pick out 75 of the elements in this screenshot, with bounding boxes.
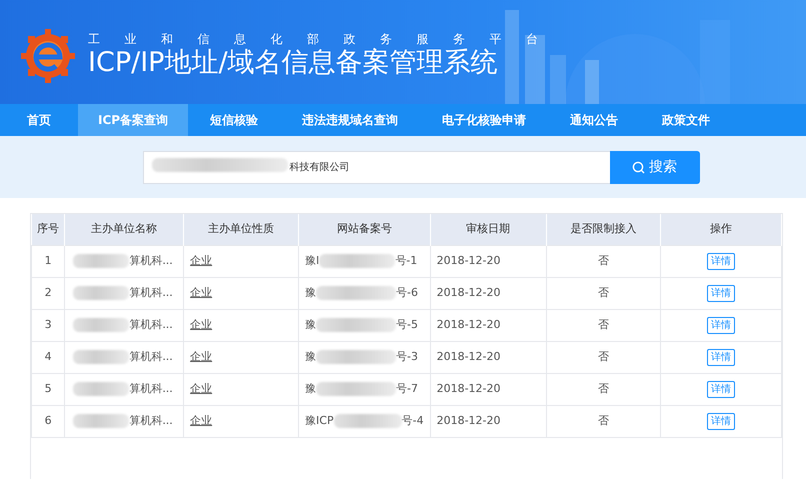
search-icon (632, 160, 645, 174)
table-cell: 号-5 (396, 318, 418, 331)
table-cell: 号-4 (402, 414, 424, 427)
table-cell: 豫ICP (305, 414, 334, 427)
redaction-blur (73, 318, 130, 332)
table-cell: 算机科... (129, 254, 173, 267)
table-cell: 算机科... (129, 350, 173, 363)
nav-tab[interactable]: ICP备案查询 (78, 104, 188, 136)
table-cell: 1 (32, 245, 65, 277)
table-cell: 算机科... (129, 318, 173, 331)
table-cell: 2018-12-20 (430, 405, 546, 437)
system-title: ICP/IP地址/域名信息备案管理系统 (88, 46, 499, 80)
table-cell: 豫 (305, 382, 316, 395)
search-field[interactable]: 科技有限公司 (142, 150, 610, 184)
details-button[interactable]: 详情 (707, 348, 735, 366)
redaction-blur (73, 382, 130, 396)
table-cell: 5 (32, 373, 65, 405)
table-cell: 号-7 (396, 382, 418, 395)
redaction-blur (73, 350, 130, 364)
table-cell: 号-6 (396, 286, 418, 299)
table-cell: 算机科... (129, 414, 173, 427)
table-cell: 豫 (305, 286, 316, 299)
table-cell: 算机科... (129, 382, 173, 395)
table-cell: 3 (32, 309, 65, 341)
logo-icon (20, 28, 76, 84)
nav-tab[interactable]: 电子化核验申请 (420, 104, 548, 136)
details-button[interactable]: 详情 (707, 252, 735, 270)
table-cell: 4 (32, 341, 65, 373)
column-header: 操作 (660, 214, 782, 245)
table-cell: 2018-12-20 (430, 373, 546, 405)
redaction-blur (73, 414, 130, 428)
details-button[interactable]: 详情 (707, 380, 735, 398)
table-cell: 号-3 (396, 350, 418, 363)
nav-tab[interactable]: 首页 (0, 104, 78, 136)
table-cell: 否 (546, 309, 661, 341)
nav-tab[interactable]: 短信核验 (188, 104, 280, 136)
type-link[interactable]: 企业 (190, 318, 212, 331)
type-link[interactable]: 企业 (190, 254, 212, 267)
nav-tab[interactable]: 违法违规域名查询 (280, 104, 420, 136)
table-cell: 否 (546, 405, 661, 437)
table-cell: 6 (32, 405, 65, 437)
details-button[interactable]: 详情 (707, 316, 735, 334)
table-cell: 2018-12-20 (430, 245, 546, 277)
redaction-blur (73, 254, 130, 268)
table-cell: 否 (546, 373, 661, 405)
column-header: 主办单位性质 (184, 214, 299, 245)
column-header: 网站备案号 (298, 214, 430, 245)
column-header: 是否限制接入 (546, 214, 661, 245)
table-cell: 否 (546, 277, 661, 309)
details-button[interactable]: 详情 (707, 412, 735, 430)
table-cell: 2018-12-20 (430, 277, 546, 309)
column-header: 序号 (32, 214, 65, 245)
type-link[interactable]: 企业 (190, 350, 212, 363)
table-cell: 豫 (305, 318, 316, 331)
table-cell: 豫I (305, 254, 320, 267)
table-cell: 否 (546, 341, 661, 373)
table-cell: 号-1 (395, 254, 418, 267)
table-cell: 否 (546, 245, 661, 277)
search-button[interactable]: 搜索 (610, 150, 700, 184)
column-header: 主办单位名称 (64, 214, 184, 245)
type-link[interactable]: 企业 (190, 382, 212, 395)
platform-subtitle: 工业和信息化部政务服务平台 (88, 32, 562, 46)
column-header: 审核日期 (430, 214, 546, 245)
table-cell: 2018-12-20 (430, 341, 546, 373)
table-cell: 2018-12-20 (430, 309, 546, 341)
redaction-blur (73, 286, 130, 300)
redaction-blur (334, 414, 402, 428)
table-cell: 算机科... (129, 286, 173, 299)
table-cell: 2 (32, 277, 65, 309)
nav-tab[interactable]: 政策文件 (640, 104, 732, 136)
nav-tab[interactable]: 通知公告 (548, 104, 640, 136)
type-link[interactable]: 企业 (190, 414, 212, 427)
table-cell: 豫 (305, 350, 316, 363)
details-button[interactable]: 详情 (707, 284, 735, 302)
type-link[interactable]: 企业 (190, 286, 212, 299)
